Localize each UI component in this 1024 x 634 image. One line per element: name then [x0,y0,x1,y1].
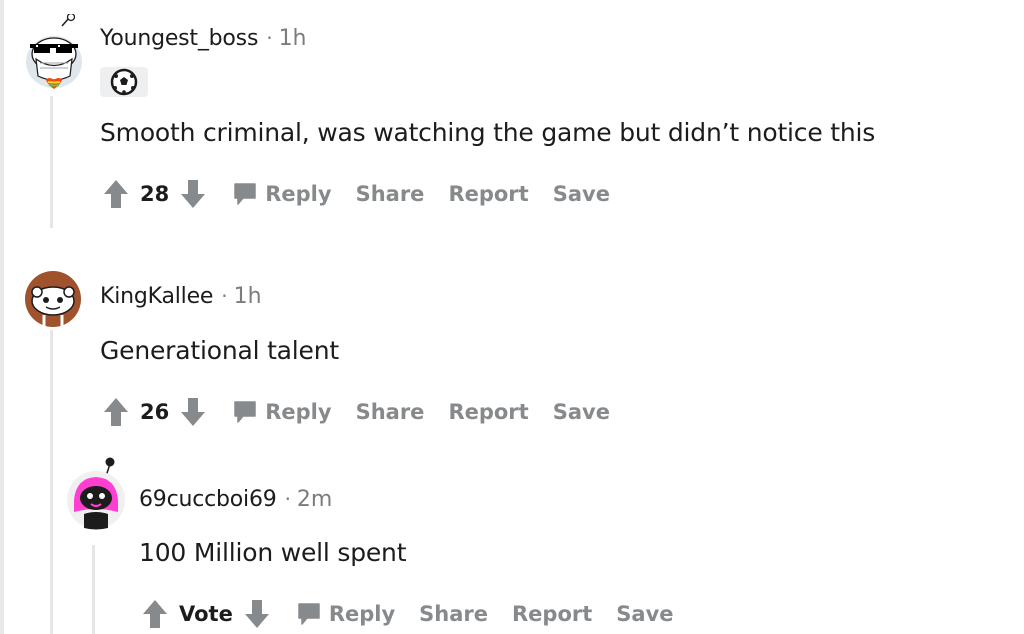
page-edge [0,0,4,634]
username[interactable]: Youngest_boss [100,26,258,51]
reply-button[interactable]: Reply [297,602,395,626]
vote-label: Vote [179,602,233,626]
arrow-down-icon [181,180,206,208]
thread-line-comment-1[interactable] [50,96,53,228]
comment-actions: 26 Reply Share Report Save [100,395,610,429]
avatar-kingkallee[interactable] [24,270,82,328]
soccer-ball-icon [110,68,138,96]
save-button[interactable]: Save [616,602,673,626]
report-button[interactable]: Report [448,182,528,206]
reply-button[interactable]: Reply [233,182,332,206]
comment-header: Youngest_boss · 1h [100,26,307,51]
username[interactable]: 69cuccboi69 [139,487,277,512]
downvote-button[interactable] [241,597,273,631]
comment-header: KingKallee · 1h [100,284,262,309]
downvote-button[interactable] [177,177,209,211]
speech-bubble-icon [234,401,256,423]
avatar-69cuccboi69[interactable] [66,456,126,532]
thread-line-comment-3[interactable] [92,545,95,634]
arrow-down-icon [244,600,269,628]
comment-body: Smooth criminal, was watching the game b… [100,118,876,147]
avatar-youngest-boss[interactable] [24,12,84,92]
arrow-up-icon [104,180,128,208]
share-button[interactable]: Share [356,400,425,424]
upvote-button[interactable] [139,597,171,631]
timestamp[interactable]: 2m [297,487,332,512]
report-button[interactable]: Report [512,602,592,626]
comment-body: 100 Million well spent [139,538,407,567]
thread-line-comment-2[interactable] [50,330,53,634]
share-button[interactable]: Share [356,182,425,206]
username[interactable]: KingKallee [100,284,213,309]
reply-label: Reply [265,400,332,424]
timestamp[interactable]: 1h [279,26,307,51]
upvote-button[interactable] [100,177,132,211]
arrow-up-icon [104,398,128,426]
meta-separator: · [284,487,291,511]
user-flair [100,67,148,97]
reply-label: Reply [328,602,396,626]
reply-button[interactable]: Reply [233,400,332,424]
comment-header: 69cuccboi69 · 2m [139,487,332,512]
comment-actions: 28 Reply Share Report Save [100,177,610,211]
save-button[interactable]: Save [553,400,610,424]
save-button[interactable]: Save [553,182,610,206]
downvote-button[interactable] [177,395,209,429]
reply-label: Reply [265,182,332,206]
vote-score: 28 [140,182,170,206]
upvote-button[interactable] [100,395,132,429]
meta-separator: · [221,284,228,308]
share-button[interactable]: Share [419,602,488,626]
speech-bubble-icon [234,183,256,205]
speech-bubble-icon [298,603,320,625]
comment-body: Generational talent [100,336,339,365]
comment-actions: Vote Reply Share Report Save [139,597,674,631]
timestamp[interactable]: 1h [234,284,262,309]
arrow-down-icon [181,398,206,426]
report-button[interactable]: Report [448,400,528,424]
meta-separator: · [266,26,273,50]
vote-score: 26 [140,400,170,424]
arrow-up-icon [143,600,167,628]
comment-thread: Youngest_boss · 1h Smooth criminal, was … [0,0,1024,634]
